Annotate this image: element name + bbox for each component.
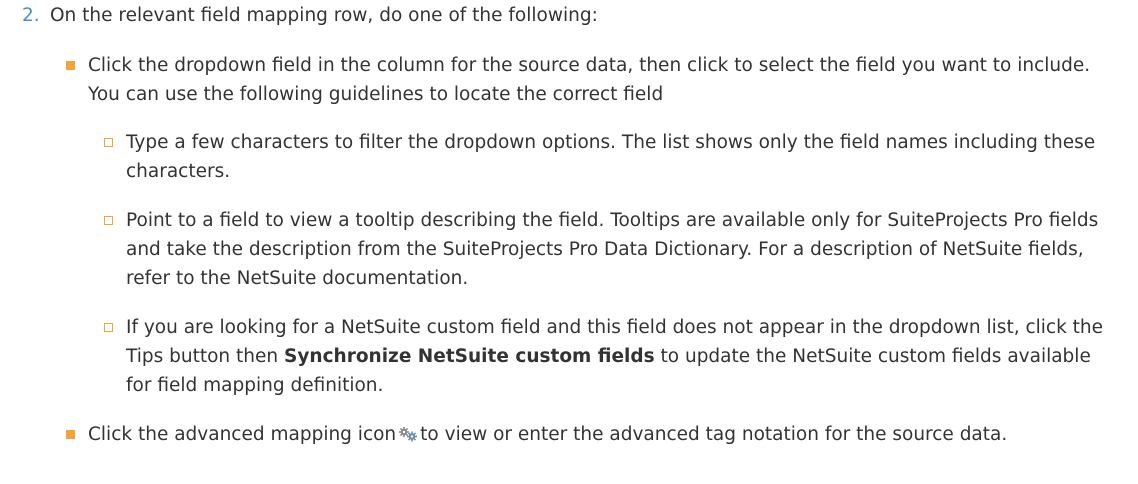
sub-bullet-text: If you are looking for a NetSuite custom… <box>126 313 1114 400</box>
sub-bullet-text: Type a few characters to filter the drop… <box>126 132 1096 182</box>
advanced-text-after: to view or enter the advanced tag notati… <box>420 424 1008 445</box>
sub-bullet-text: Point to a field to view a tooltip descr… <box>126 210 1099 289</box>
bullet-dropdown-field: Click the dropdown field in the column f… <box>66 51 1116 111</box>
bullet-marker <box>66 430 75 439</box>
advanced-text-before: Click the advanced mapping icon <box>88 424 397 445</box>
sub-bullet-marker <box>104 323 113 332</box>
bullet-text: Click the dropdown field in the column f… <box>88 55 1091 105</box>
bullet-text: Click the advanced mapping icon to view … <box>88 420 1116 449</box>
sub-bullet-marker <box>104 138 113 147</box>
sub-bullet-type-filter: Type a few characters to filter the drop… <box>104 128 1114 188</box>
synchronize-custom-fields-label: Synchronize NetSuite custom fields <box>284 346 655 367</box>
sub-bullet-marker <box>104 216 113 225</box>
step-text: On the relevant field mapping row, do on… <box>50 5 598 26</box>
sub-bullet-custom-field: If you are looking for a NetSuite custom… <box>104 313 1114 403</box>
step-2: 2. On the relevant field mapping row, do … <box>22 2 1122 30</box>
sub-bullet-tooltip: Point to a field to view a tooltip descr… <box>104 206 1114 296</box>
bullet-advanced-mapping: Click the advanced mapping icon to view … <box>66 420 1116 480</box>
bullet-marker <box>66 61 75 70</box>
advanced-mapping-gears-icon <box>399 427 418 442</box>
step-number: 2. <box>22 5 40 26</box>
